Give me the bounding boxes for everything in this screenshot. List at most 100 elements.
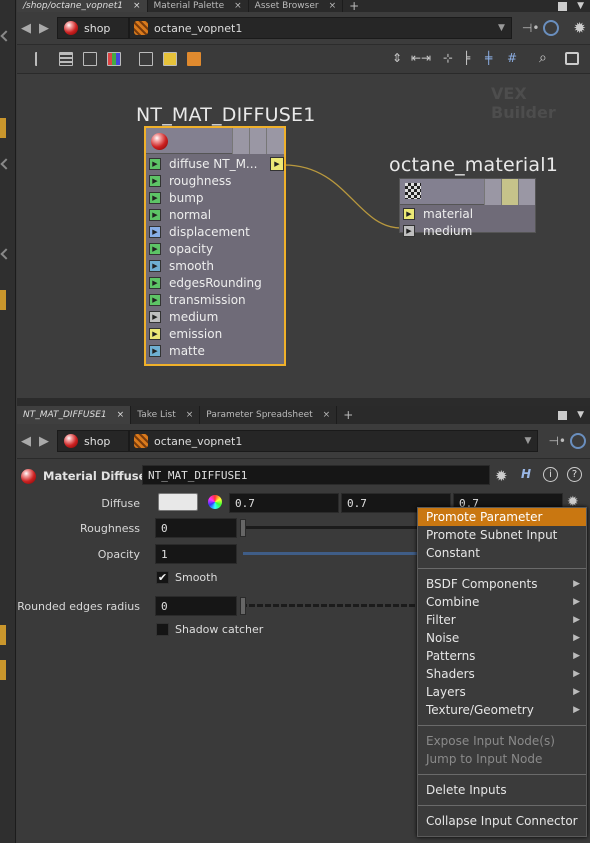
tool-marker-icon[interactable] xyxy=(0,660,6,680)
port-diffuse[interactable]: ▶ diffuse NT_M... ▶ xyxy=(146,155,284,172)
color-palette-icon[interactable] xyxy=(107,52,121,66)
network-canvas[interactable]: VEX Builder NT_MAT_DIFFUSE1 ▶ diffuse NT_… xyxy=(17,74,590,404)
sticky-note-icon[interactable] xyxy=(163,52,177,66)
help-icon[interactable]: ? xyxy=(567,467,582,482)
gear-icon[interactable]: ✹ xyxy=(573,19,586,37)
opacity-slider[interactable] xyxy=(243,552,417,555)
breadcrumb-path[interactable]: octane_vopnet1 ▼ xyxy=(129,17,512,39)
display-flag[interactable] xyxy=(518,179,535,205)
tab-parameter-spreadsheet[interactable]: Parameter Spreadsheet × xyxy=(200,406,338,424)
tab-take-list[interactable]: Take List × xyxy=(131,406,201,424)
bypass-flag[interactable] xyxy=(232,128,249,154)
smooth-checkbox[interactable]: ✔ xyxy=(156,571,169,584)
input-pin[interactable]: ▶ xyxy=(149,174,161,187)
tab-node-params[interactable]: NT_MAT_DIFFUSE1 × xyxy=(17,406,132,424)
input-pin[interactable]: ▶ xyxy=(149,259,161,272)
menu-item-delete-inputs[interactable]: Delete Inputs xyxy=(418,781,586,799)
close-icon[interactable]: × xyxy=(329,1,337,11)
list-view-icon[interactable] xyxy=(59,52,73,66)
port-matte[interactable]: ▶ matte xyxy=(146,342,284,359)
input-pin[interactable]: ▶ xyxy=(149,242,161,255)
input-pin[interactable]: ▶ xyxy=(149,157,161,170)
input-pin[interactable]: ▶ xyxy=(403,207,415,220)
pin-icon[interactable]: ⊣• xyxy=(522,21,540,35)
menu-item-collapse-input-connector[interactable]: Collapse Input Connector xyxy=(418,812,586,830)
port-material[interactable]: ▶ material xyxy=(400,205,535,222)
port-bump[interactable]: ▶ bump xyxy=(146,189,284,206)
rounded-edges-slider[interactable] xyxy=(241,604,417,607)
close-icon[interactable]: × xyxy=(133,1,141,11)
search-icon[interactable]: ⌕ xyxy=(539,50,547,66)
network-box-icon[interactable] xyxy=(139,52,153,66)
port-edges-rounding[interactable]: ▶ edgesRounding xyxy=(146,274,284,291)
port-normal[interactable]: ▶ normal xyxy=(146,206,284,223)
material-ball-icon[interactable] xyxy=(21,468,36,484)
shadow-catcher-row[interactable]: Shadow catcher xyxy=(156,623,263,636)
input-pin[interactable]: ▶ xyxy=(149,310,161,323)
back-arrow-icon[interactable]: ◀ xyxy=(17,434,35,449)
bypass-flag[interactable] xyxy=(484,179,501,205)
collapse-arrow-icon[interactable] xyxy=(0,248,12,260)
port-opacity[interactable]: ▶ opacity xyxy=(146,240,284,257)
close-icon[interactable]: × xyxy=(186,410,194,420)
chevron-down-icon[interactable]: ▼ xyxy=(525,436,532,446)
sheet-view-icon[interactable] xyxy=(83,52,97,66)
input-pin[interactable]: ▶ xyxy=(149,191,161,204)
info-icon[interactable]: i xyxy=(543,467,558,482)
display-flag[interactable] xyxy=(266,128,284,154)
tool-marker-icon[interactable] xyxy=(0,290,6,310)
snap-icon[interactable]: ╞ xyxy=(463,51,470,65)
pin-icon[interactable]: ⊣• xyxy=(548,434,566,448)
chevron-down-icon[interactable]: ▼ xyxy=(498,23,505,33)
menu-item-patterns[interactable]: Patterns ▶ xyxy=(418,647,586,665)
breadcrumb-shop[interactable]: shop xyxy=(57,430,129,452)
menu-item-layers[interactable]: Layers ▶ xyxy=(418,683,586,701)
node-name-field[interactable]: NT_MAT_DIFFUSE1 xyxy=(142,465,490,485)
close-icon[interactable]: × xyxy=(323,410,331,420)
port-medium[interactable]: ▶ medium xyxy=(146,308,284,325)
distribute-icon[interactable]: ╪ xyxy=(485,51,492,65)
slider-handle[interactable] xyxy=(240,597,246,615)
port-roughness[interactable]: ▶ roughness xyxy=(146,172,284,189)
menu-item-filter[interactable]: Filter ▶ xyxy=(418,611,586,629)
port-smooth[interactable]: ▶ smooth xyxy=(146,257,284,274)
maximize-icon[interactable] xyxy=(558,410,568,420)
menu-down-icon[interactable]: ▼ xyxy=(577,1,584,11)
grid-icon[interactable]: # xyxy=(507,51,517,65)
pane-divider[interactable] xyxy=(17,398,590,406)
collapse-arrow-icon[interactable] xyxy=(0,158,12,170)
menu-item-constant[interactable]: Constant xyxy=(418,544,586,562)
subnet-icon[interactable] xyxy=(187,52,201,66)
input-pin[interactable]: ▶ xyxy=(149,225,161,238)
gear-icon[interactable]: ✹ xyxy=(495,467,508,485)
tree-view-icon[interactable] xyxy=(35,52,49,66)
node-octane-material[interactable]: ▶ material ▶ medium xyxy=(399,178,536,238)
forward-arrow-icon[interactable]: ▶ xyxy=(35,21,53,36)
input-pin[interactable]: ▶ xyxy=(149,208,161,221)
collapse-arrow-icon[interactable] xyxy=(0,30,12,42)
tool-marker-icon[interactable] xyxy=(0,118,6,138)
help-h-icon[interactable]: H xyxy=(521,467,531,481)
add-tab-button[interactable]: + xyxy=(337,408,359,422)
tab-material-palette[interactable]: Material Palette × xyxy=(148,0,249,12)
input-pin[interactable]: ▶ xyxy=(403,224,415,237)
input-pin[interactable]: ▶ xyxy=(149,327,161,340)
input-pin[interactable]: ▶ xyxy=(149,276,161,289)
diffuse-r-field[interactable]: 0.7 xyxy=(229,493,339,513)
node-nt-mat-diffuse[interactable]: ▶ diffuse NT_M... ▶ ▶ roughness ▶ bump ▶ nor… xyxy=(144,126,286,366)
roughness-slider[interactable] xyxy=(241,526,417,529)
roughness-field[interactable]: 0 xyxy=(155,518,237,538)
port-transmission[interactable]: ▶ transmission xyxy=(146,291,284,308)
input-pin[interactable]: ▶ xyxy=(149,344,161,357)
lock-flag[interactable] xyxy=(501,179,518,205)
align-vertical-icon[interactable]: ⇕ xyxy=(392,51,402,65)
menu-item-shaders[interactable]: Shaders ▶ xyxy=(418,665,586,683)
lock-flag[interactable] xyxy=(249,128,266,154)
menu-item-bsdf-components[interactable]: BSDF Components ▶ xyxy=(418,575,586,593)
slider-handle[interactable] xyxy=(240,519,246,537)
menu-item-combine[interactable]: Combine ▶ xyxy=(418,593,586,611)
camera-icon[interactable] xyxy=(565,52,579,65)
color-wheel-icon[interactable] xyxy=(208,495,222,509)
maximize-icon[interactable] xyxy=(558,1,568,11)
back-arrow-icon[interactable]: ◀ xyxy=(17,21,35,36)
